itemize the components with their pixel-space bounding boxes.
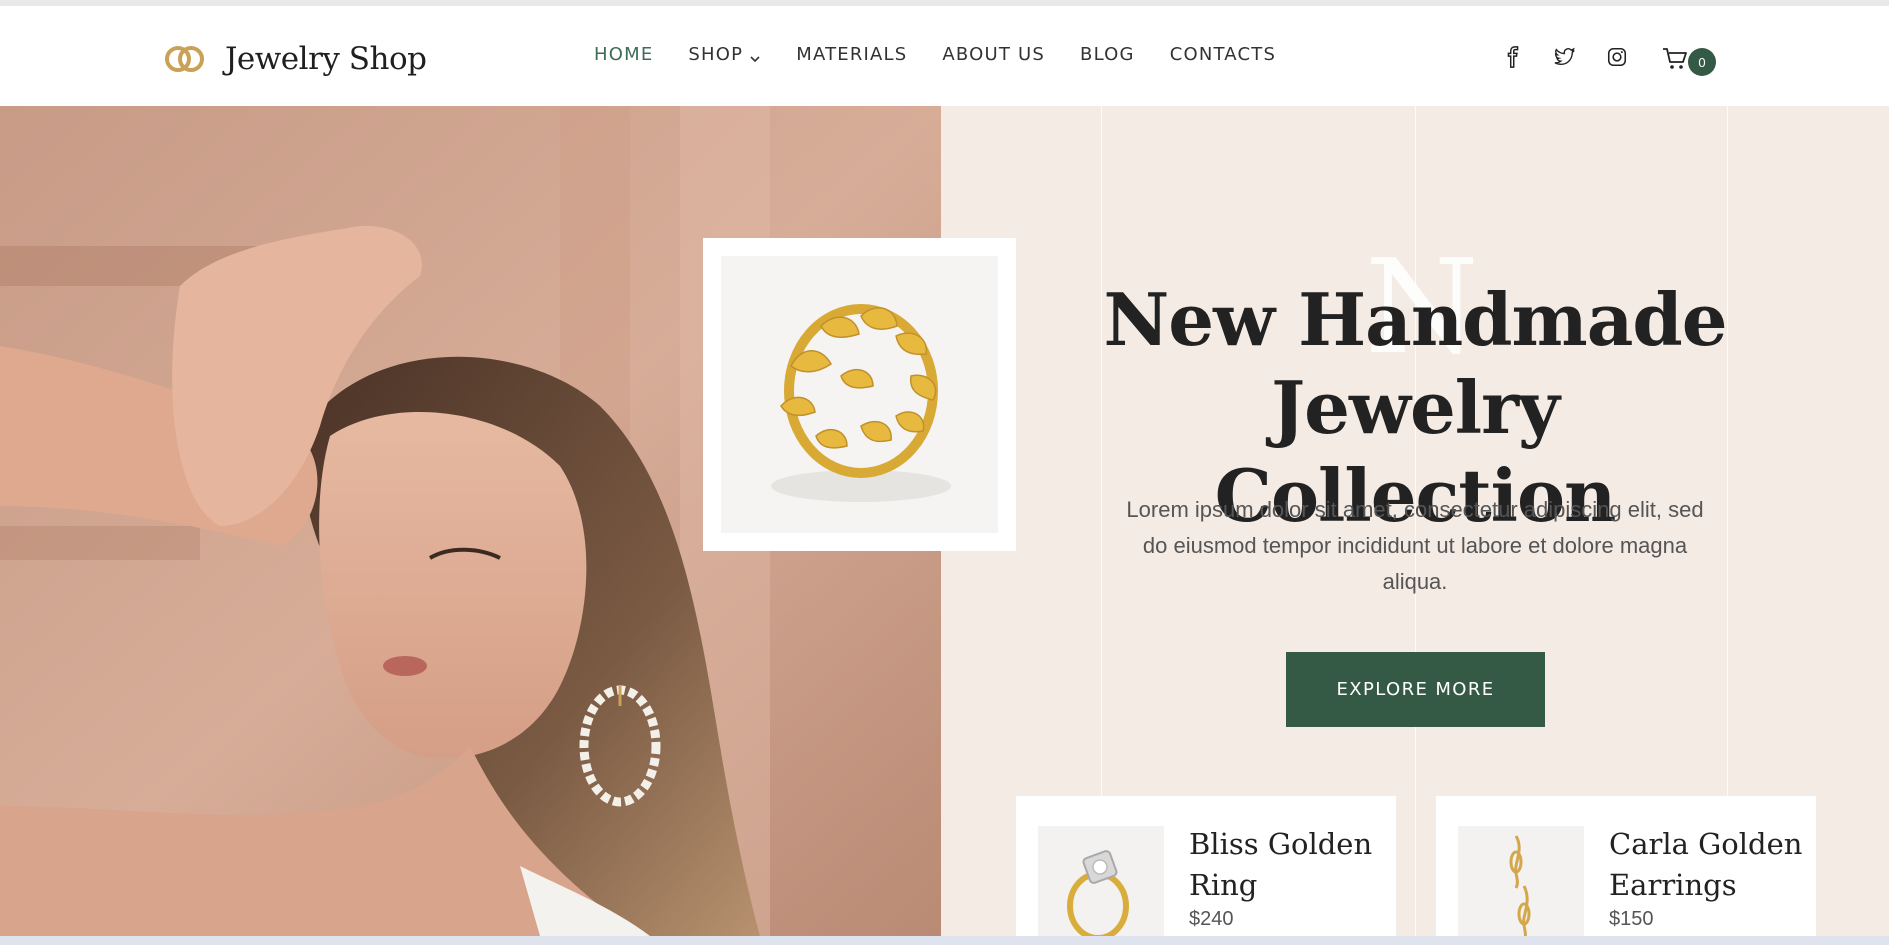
nav-item-home[interactable]: HOME [594, 44, 653, 65]
nav-item-shop[interactable]: SHOP [688, 44, 761, 65]
explore-more-button[interactable]: EXPLORE MORE [1286, 652, 1545, 727]
interlocked-rings-logo-icon [163, 41, 207, 77]
twitter-icon[interactable] [1552, 44, 1578, 70]
nav-label-contacts: CONTACTS [1169, 44, 1277, 65]
hero-headline-line-1: New Handmade [1103, 277, 1727, 362]
site-logo[interactable]: Jewelry Shop [163, 36, 427, 82]
nav-label-shop: SHOP [688, 44, 744, 65]
main-nav: HOME SHOP MATERIALS ABOUT US BLOG CONTAC… [594, 44, 1311, 65]
facebook-icon[interactable] [1500, 44, 1526, 70]
nav-item-about-us[interactable]: ABOUT US [942, 44, 1045, 65]
featured-ring-image [721, 256, 998, 533]
social-links [1500, 44, 1656, 70]
product-card-carla-golden-earrings[interactable]: Carla Golden Earrings $150 [1436, 796, 1816, 936]
nav-item-contacts[interactable]: CONTACTS [1170, 44, 1276, 65]
earrings-product-image [1458, 826, 1584, 936]
ring-product-image [1038, 826, 1164, 936]
hero-lead-text: Lorem ipsum dolor sit amet, consectetur … [1126, 497, 1704, 594]
nav-item-blog[interactable]: BLOG [1080, 44, 1135, 65]
brand-name: Jewelry Shop [225, 41, 427, 77]
nav-label-materials: MATERIALS [796, 44, 908, 65]
cart-button[interactable]: 0 [1662, 42, 1718, 76]
product-name[interactable]: Bliss Golden Ring [1189, 824, 1384, 906]
instagram-icon[interactable] [1604, 44, 1630, 70]
nav-label-blog: BLOG [1080, 44, 1135, 65]
nav-label-about-us: ABOUT US [942, 44, 1046, 65]
cart-count-badge: 0 [1688, 48, 1716, 76]
featured-ring-card[interactable] [703, 238, 1016, 551]
product-card-bliss-golden-ring[interactable]: Bliss Golden Ring $240 [1016, 796, 1396, 936]
nav-label-home: HOME [594, 44, 654, 65]
nav-item-materials[interactable]: MATERIALS [796, 44, 907, 65]
chevron-down-icon [749, 49, 761, 62]
site-header: Jewelry Shop HOME SHOP MATERIALS ABOUT U… [0, 6, 1889, 106]
product-price: $240 [1189, 908, 1234, 930]
cart-icon [1663, 48, 1687, 69]
product-name[interactable]: Carla Golden Earrings [1609, 824, 1804, 906]
product-price: $150 [1609, 908, 1654, 930]
hero-section: N New Handmade Jewelry Collection Lorem … [0, 106, 1889, 936]
viewport-bottom-edge [0, 936, 1889, 945]
